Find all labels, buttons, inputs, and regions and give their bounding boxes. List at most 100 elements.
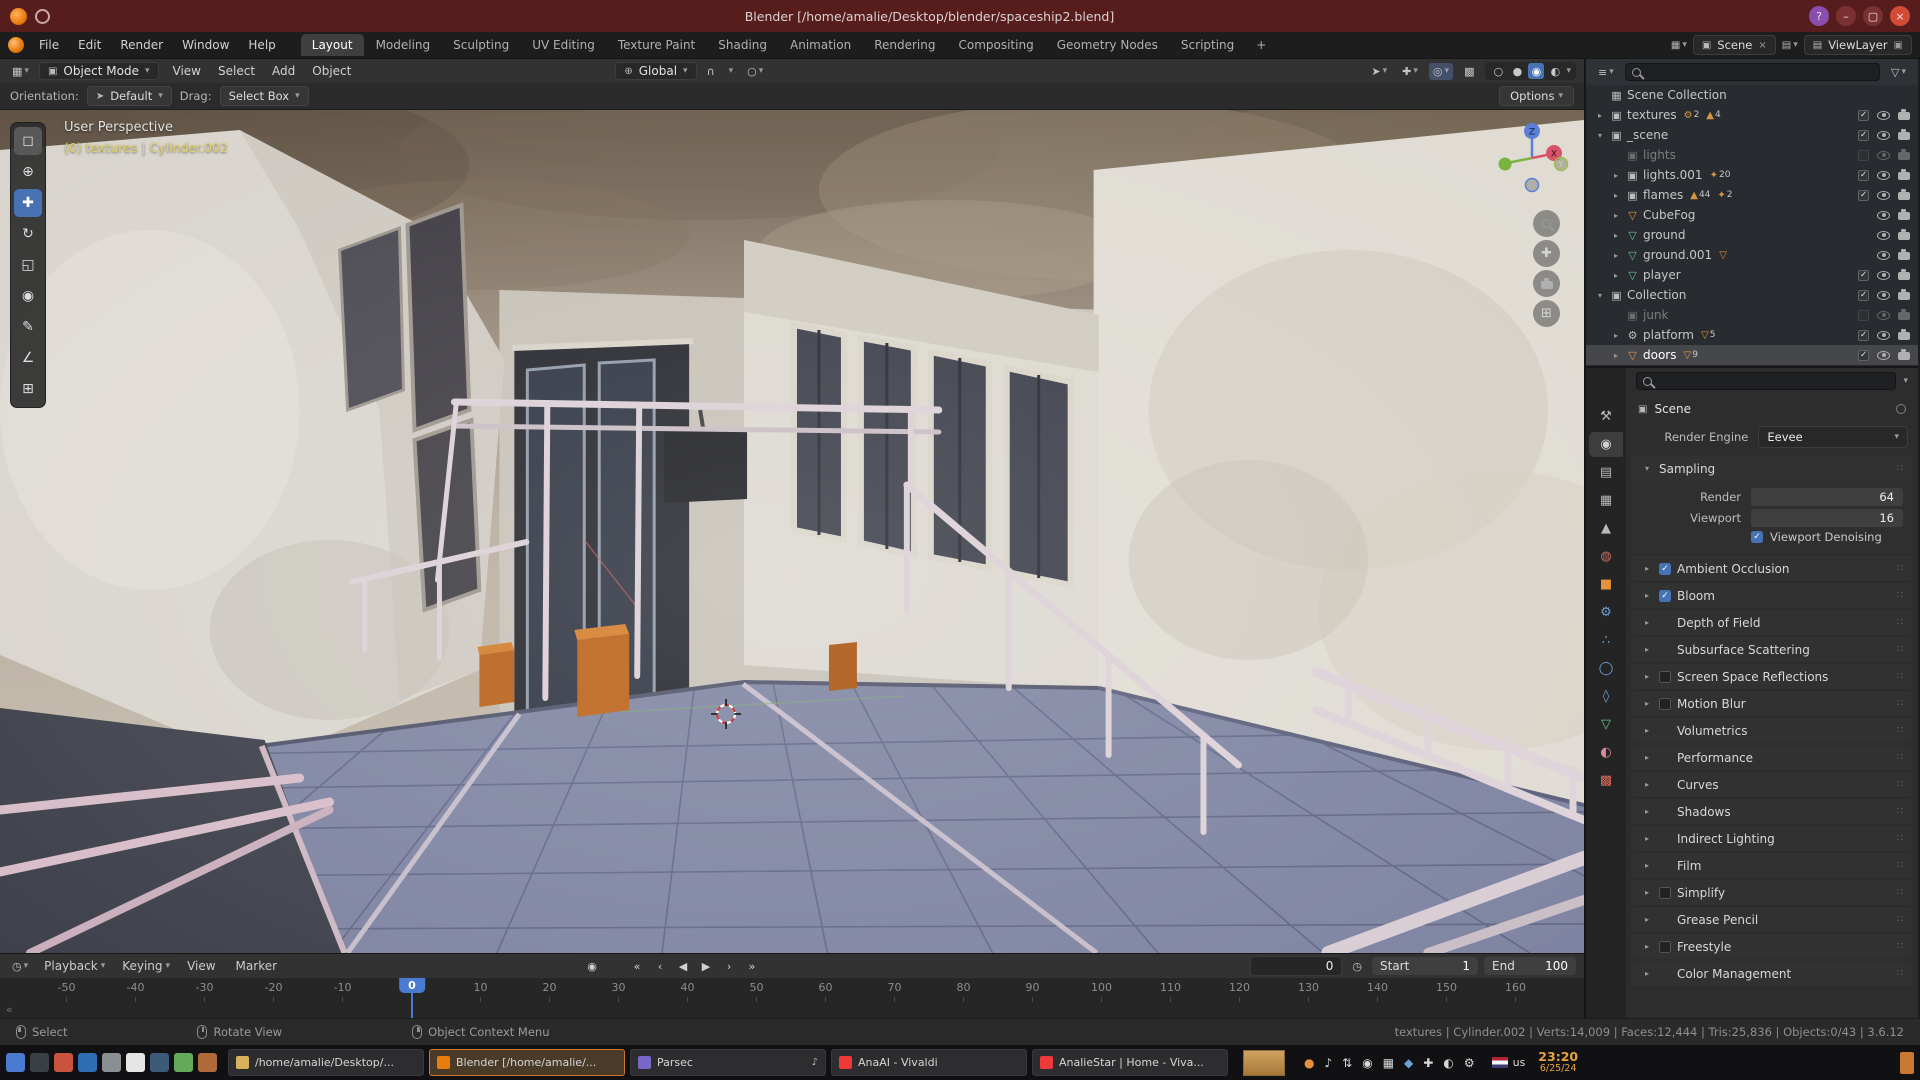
hide-viewport-toggle[interactable] bbox=[1877, 231, 1890, 240]
section-checkbox[interactable] bbox=[1659, 671, 1671, 683]
section-checkbox[interactable] bbox=[1659, 887, 1671, 899]
properties-tab[interactable]: ⚙ bbox=[1589, 600, 1623, 625]
scene-selector[interactable]: ▣ Scene × bbox=[1693, 35, 1776, 55]
shading-rendered-button[interactable]: ◐ bbox=[1547, 63, 1563, 79]
taskbar-window-button[interactable]: /home/amalie/Desktop/... bbox=[228, 1049, 424, 1076]
exclude-checkbox[interactable] bbox=[1858, 290, 1869, 301]
item-label[interactable]: doors bbox=[1643, 348, 1677, 362]
gizmo-y-label[interactable]: Y bbox=[1558, 160, 1564, 169]
properties-section[interactable]: ▸ Screen Space Reflections ∷ bbox=[1631, 664, 1913, 689]
panel-grip-icon[interactable]: ∷ bbox=[1897, 887, 1903, 898]
window-menu-icon[interactable] bbox=[35, 9, 50, 24]
outliner-row[interactable]: ▸ ▽ ground bbox=[1586, 225, 1918, 245]
disable-render-toggle[interactable] bbox=[1898, 352, 1910, 360]
panel-grip-icon[interactable]: ∷ bbox=[1897, 752, 1903, 763]
outliner-row[interactable]: ▸ ⚙ platform ▽5 bbox=[1586, 325, 1918, 345]
properties-section[interactable]: ▸ Simplify ∷ bbox=[1631, 880, 1913, 905]
expand-arrow[interactable]: ▸ bbox=[1610, 271, 1622, 280]
panel-grip-icon[interactable]: ∷ bbox=[1897, 779, 1903, 790]
scene-browse-icon[interactable]: ▦▾ bbox=[1671, 40, 1687, 51]
timeline-editor-dropdown[interactable]: ◷▾ bbox=[8, 958, 32, 975]
menu-item[interactable]: Render bbox=[111, 35, 172, 55]
workspace-tab[interactable]: Animation bbox=[779, 34, 862, 56]
item-label[interactable]: lights.001 bbox=[1643, 168, 1703, 182]
toolbar-tool-button[interactable]: ◉ bbox=[14, 282, 42, 310]
properties-section[interactable]: ▸ Grease Pencil ∷ bbox=[1631, 907, 1913, 932]
expand-arrow[interactable]: ▾ bbox=[1594, 131, 1606, 140]
timeline-menu-item[interactable]: Keying ▾ bbox=[114, 957, 178, 975]
tray-icon[interactable]: ◆ bbox=[1404, 1056, 1413, 1070]
panel-grip-icon[interactable]: ∷ bbox=[1897, 644, 1903, 655]
taskbar-window-button[interactable]: Parsec ♪ bbox=[630, 1049, 826, 1076]
keyboard-flag-icon[interactable] bbox=[1492, 1057, 1508, 1068]
panel-grip-icon[interactable]: ∷ bbox=[1897, 463, 1903, 474]
expand-arrow[interactable]: ▸ bbox=[1594, 111, 1606, 120]
show-overlays-dropdown[interactable]: ◎▾ bbox=[1429, 63, 1453, 80]
item-label[interactable]: CubeFog bbox=[1643, 208, 1695, 222]
expand-arrow[interactable]: ▸ bbox=[1610, 331, 1622, 340]
exclude-checkbox[interactable] bbox=[1858, 310, 1869, 321]
gizmo-x-label[interactable]: X bbox=[1551, 150, 1557, 160]
workspace-tab[interactable]: Compositing bbox=[947, 34, 1044, 56]
toolbar-tool-button[interactable]: ◻ bbox=[14, 127, 42, 155]
taskbar-app-icon[interactable] bbox=[126, 1053, 145, 1072]
section-checkbox[interactable] bbox=[1659, 941, 1671, 953]
expand-arrow[interactable]: ▸ bbox=[1610, 211, 1622, 220]
toolbar-tool-button[interactable]: ⊕ bbox=[14, 158, 42, 186]
toolbar-tool-button[interactable]: ✎ bbox=[14, 313, 42, 341]
outliner-search-input[interactable] bbox=[1625, 63, 1880, 81]
tray-icon[interactable]: ⚙ bbox=[1464, 1056, 1475, 1070]
exclude-checkbox[interactable] bbox=[1858, 170, 1869, 181]
item-label[interactable]: _scene bbox=[1627, 128, 1668, 142]
window-maximize-button[interactable]: ▢ bbox=[1863, 6, 1883, 26]
hide-viewport-toggle[interactable] bbox=[1877, 311, 1890, 320]
properties-section[interactable]: ▸ Motion Blur ∷ bbox=[1631, 691, 1913, 716]
item-label[interactable]: ground bbox=[1643, 228, 1685, 242]
outliner-row[interactable]: ▸ ▽ player bbox=[1586, 265, 1918, 285]
taskbar-app-icon[interactable] bbox=[54, 1053, 73, 1072]
disable-render-toggle[interactable] bbox=[1898, 132, 1910, 140]
sampling-section-header[interactable]: ▾ Sampling ∷ bbox=[1631, 456, 1913, 481]
disable-render-toggle[interactable] bbox=[1898, 152, 1910, 160]
exclude-checkbox[interactable] bbox=[1858, 270, 1869, 281]
outliner-row[interactable]: ▸ ▽ doors ▽9 bbox=[1586, 345, 1918, 365]
panel-grip-icon[interactable]: ∷ bbox=[1897, 833, 1903, 844]
workspace-tab[interactable]: Shading bbox=[707, 34, 778, 56]
viewport-3d[interactable]: User Perspective (0) textures | Cylinder… bbox=[0, 110, 1584, 953]
snap-toggle-button[interactable]: ∩ bbox=[703, 63, 719, 80]
menu-item[interactable]: Edit bbox=[69, 35, 110, 55]
disable-render-toggle[interactable] bbox=[1898, 332, 1910, 340]
viewlayer-browse-icon[interactable]: ▤▾ bbox=[1782, 40, 1798, 51]
blender-menu-icon[interactable] bbox=[8, 37, 24, 53]
viewport-denoising-checkbox[interactable] bbox=[1751, 531, 1763, 543]
tray-icon[interactable]: ✚ bbox=[1423, 1056, 1433, 1070]
item-label[interactable]: platform bbox=[1643, 328, 1694, 342]
zoom-view-button[interactable] bbox=[1533, 210, 1560, 237]
add-workspace-button[interactable]: + bbox=[1245, 34, 1277, 56]
properties-section[interactable]: ▸ Bloom ∷ bbox=[1631, 583, 1913, 608]
show-desktop-button[interactable] bbox=[1900, 1052, 1914, 1074]
properties-tab[interactable]: ▲ bbox=[1589, 516, 1623, 541]
expand-arrow[interactable]: ▸ bbox=[1610, 231, 1622, 240]
viewlayer-selector[interactable]: ▤ ViewLayer ▣ bbox=[1804, 35, 1912, 55]
toolbar-tool-button[interactable]: ↻ bbox=[14, 220, 42, 248]
workspace-tab[interactable]: Modeling bbox=[365, 34, 442, 56]
hide-viewport-toggle[interactable] bbox=[1877, 271, 1890, 280]
panel-grip-icon[interactable]: ∷ bbox=[1897, 590, 1903, 601]
taskbar-window-button[interactable]: Blender [/home/amalie/... bbox=[429, 1049, 625, 1076]
properties-section[interactable]: ▸ Ambient Occlusion ∷ bbox=[1631, 556, 1913, 581]
properties-section[interactable]: ▸ Film ∷ bbox=[1631, 853, 1913, 878]
show-gizmo-dropdown[interactable]: ✚▾ bbox=[1398, 63, 1422, 80]
item-label[interactable]: Scene Collection bbox=[1627, 88, 1727, 102]
exclude-checkbox[interactable] bbox=[1858, 150, 1869, 161]
tray-icon[interactable]: ⇅ bbox=[1342, 1056, 1352, 1070]
tray-icon[interactable]: ▦ bbox=[1383, 1056, 1394, 1070]
transport-button[interactable]: » bbox=[742, 957, 762, 975]
render-samples-field[interactable]: 64 bbox=[1751, 488, 1903, 506]
properties-tab[interactable]: ∴ bbox=[1589, 628, 1623, 653]
hide-viewport-toggle[interactable] bbox=[1877, 171, 1890, 180]
properties-section[interactable]: ▸ Color Management ∷ bbox=[1631, 961, 1913, 986]
pin-icon[interactable] bbox=[1896, 404, 1906, 414]
proportional-editing-dropdown[interactable]: ○▾ bbox=[743, 63, 767, 80]
properties-tab[interactable]: ▩ bbox=[1589, 768, 1623, 793]
